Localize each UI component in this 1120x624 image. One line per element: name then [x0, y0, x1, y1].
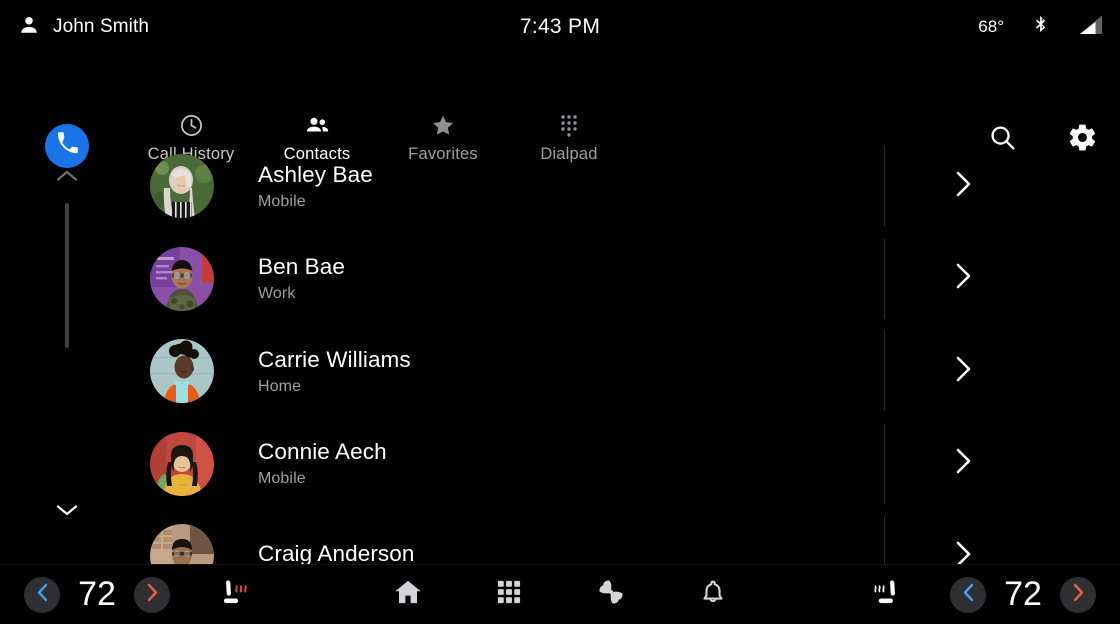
passenger-temperature: 72: [1004, 575, 1042, 613]
heated-seat-button[interactable]: [214, 576, 258, 613]
chevron-right-icon: [1072, 583, 1085, 607]
heated-seat-icon: [219, 576, 253, 613]
avatar: [150, 246, 214, 311]
clock-icon: [179, 112, 204, 138]
signal-bars-icon: [1078, 14, 1104, 41]
gear-icon[interactable]: [1067, 122, 1098, 158]
contact-type: Mobile: [258, 470, 306, 488]
contact-type: Mobile: [258, 192, 306, 210]
avatar: [150, 339, 214, 404]
contact-text: Connie Aech Mobile: [258, 439, 1010, 488]
temp-decrease-button[interactable]: [24, 576, 60, 613]
clock: 7:43 PM: [519, 15, 601, 38]
person-icon: [18, 14, 40, 41]
dialpad-icon: [557, 112, 581, 138]
row-divider: [884, 238, 885, 319]
row-divider: [884, 423, 885, 504]
contact-text: Craig Anderson: [258, 541, 1010, 565]
bottom-system-bar: 72 72: [0, 564, 1120, 624]
infotainment-screen: John Smith 7:43 PM 68° Call History Cont…: [0, 0, 1120, 624]
bluetooth-icon: [1030, 13, 1052, 42]
chevron-right-icon: [955, 262, 972, 295]
scroll-down-button[interactable]: [46, 492, 88, 532]
row-divider: [884, 331, 885, 411]
status-bar-indicators: 68°: [978, 0, 1104, 54]
driver-temperature: 72: [78, 575, 116, 613]
ventilated-seat-button[interactable]: [862, 576, 906, 613]
contact-name: Connie Aech: [258, 439, 387, 465]
table-row[interactable]: Carrie Williams Home: [110, 325, 1010, 418]
passenger-climate-control: 72: [950, 575, 1096, 614]
avatar: [150, 154, 214, 219]
chevron-up-icon: [55, 168, 79, 189]
user-name: John Smith: [53, 16, 150, 37]
status-bar-user[interactable]: John Smith: [18, 14, 149, 41]
bell-icon[interactable]: [699, 578, 727, 612]
contact-text: Ben Bae Work: [258, 254, 1010, 303]
status-bar: John Smith 7:43 PM 68°: [0, 0, 1120, 54]
table-row[interactable]: Connie Aech Mobile: [110, 418, 1010, 511]
table-row[interactable]: Ashley Bae Mobile: [110, 140, 1010, 233]
contact-text: Ashley Bae Mobile: [258, 162, 1010, 211]
contact-text: Carrie Williams Home: [258, 347, 1010, 396]
table-row[interactable]: Ben Bae Work: [110, 233, 1010, 326]
contact-details-button[interactable]: [940, 233, 986, 326]
contact-type: Home: [258, 377, 302, 395]
star-icon: [430, 112, 456, 138]
fan-icon[interactable]: [595, 576, 627, 613]
contact-details-button[interactable]: [940, 325, 986, 418]
outside-temperature: 68°: [978, 17, 1004, 36]
driver-climate-control: 72: [24, 575, 170, 614]
chevron-left-icon: [36, 583, 49, 607]
home-icon[interactable]: [393, 577, 423, 612]
contact-details-button[interactable]: [940, 510, 986, 565]
chevron-right-icon: [955, 540, 972, 565]
chevron-down-icon: [55, 502, 79, 523]
scroll-up-button[interactable]: [46, 158, 88, 198]
temp-decrease-button[interactable]: [950, 576, 986, 613]
contact-name: Ben Bae: [258, 254, 346, 280]
avatar: [150, 524, 214, 565]
apps-grid-icon[interactable]: [495, 578, 523, 611]
avatar: [150, 431, 214, 496]
contact-name: Craig Anderson: [258, 540, 415, 565]
chevron-left-icon: [962, 583, 975, 607]
contacts-list[interactable]: Ashley Bae Mobile Ben Bae Work Carrie Wi…: [110, 140, 1010, 565]
tab-bar: Call History Contacts Favorites Dialpad: [0, 54, 1120, 168]
temp-increase-button[interactable]: [134, 576, 170, 613]
scrollbar-thumb[interactable]: [65, 203, 69, 348]
contact-details-button[interactable]: [940, 418, 986, 511]
chevron-right-icon: [955, 170, 972, 203]
contact-name: Carrie Williams: [258, 346, 411, 372]
ventilated-seat-icon: [867, 576, 901, 613]
chevron-right-icon: [955, 447, 972, 480]
people-icon: [304, 112, 331, 138]
row-divider: [884, 516, 885, 565]
contact-details-button[interactable]: [940, 140, 986, 233]
chevron-right-icon: [955, 355, 972, 388]
chevron-right-icon: [146, 583, 159, 607]
temp-increase-button[interactable]: [1060, 576, 1096, 613]
row-divider: [884, 146, 885, 226]
table-row[interactable]: Craig Anderson: [110, 510, 1010, 565]
list-scrollbar[interactable]: [46, 150, 88, 540]
contact-name: Ashley Bae: [258, 161, 373, 187]
contact-type: Work: [258, 285, 296, 303]
